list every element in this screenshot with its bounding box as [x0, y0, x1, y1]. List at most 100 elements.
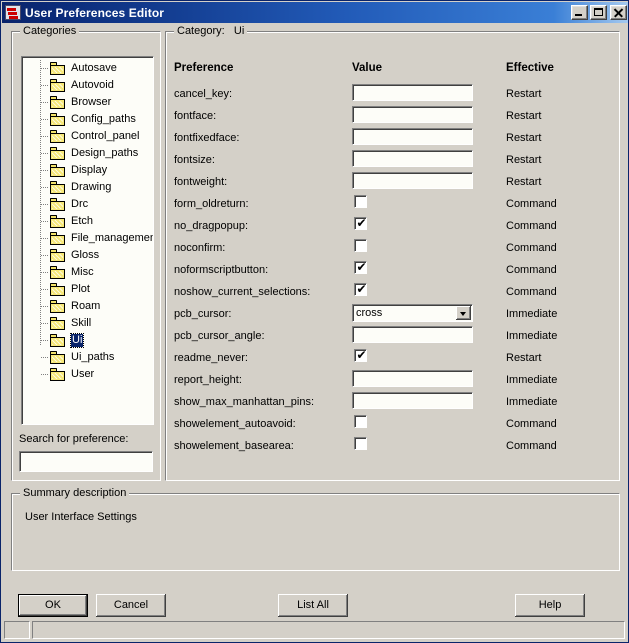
preference-value-checkbox[interactable]: ✔ — [354, 349, 367, 362]
preference-value-checkbox[interactable] — [354, 437, 367, 450]
tree-item-label: Gloss — [71, 249, 100, 261]
preference-value-input[interactable] — [352, 392, 473, 409]
tree-item-label: Roam — [71, 300, 101, 312]
tree-item[interactable]: Skill — [22, 315, 153, 332]
preference-row: pcb_cursor: cross Immediate — [166, 304, 614, 326]
chevron-down-icon[interactable] — [456, 306, 471, 320]
help-button[interactable]: Help — [515, 594, 585, 617]
folder-icon — [50, 181, 66, 194]
preference-name: pcb_cursor: — [174, 308, 232, 320]
tree-connector-dash — [41, 238, 48, 239]
tree-item-label: Control_panel — [71, 130, 140, 142]
folder-icon — [50, 215, 66, 228]
folder-icon — [50, 79, 66, 92]
tree-connector-dash — [41, 119, 48, 120]
check-icon: ✔ — [356, 260, 367, 274]
preference-value-input[interactable] — [352, 326, 473, 343]
tree-item[interactable]: Plot — [22, 281, 153, 298]
tree-item-label: Skill — [71, 317, 92, 329]
preference-value-checkbox[interactable]: ✔ — [354, 283, 367, 296]
preference-name: fontface: — [174, 110, 217, 122]
preference-value-input[interactable] — [352, 172, 473, 189]
tree-item-label: User — [71, 368, 95, 380]
summary-description-text: User Interface Settings — [25, 511, 137, 523]
folder-icon — [50, 62, 66, 75]
tree-connector-dash — [41, 187, 48, 188]
tree-item[interactable]: Roam — [22, 298, 153, 315]
tree-connector-dash — [41, 272, 48, 273]
category-group-label: Category: Ui — [174, 25, 248, 37]
check-icon: ✔ — [356, 282, 367, 296]
tree-item[interactable]: File_management — [22, 230, 153, 247]
preference-name: noformscriptbutton: — [174, 264, 269, 276]
summary-groupbox: Summary description User Interface Setti… — [11, 487, 620, 571]
preferences-panel: Preference Value Effective cancel_key: Re… — [166, 44, 614, 469]
preference-name: readme_never: — [174, 352, 248, 364]
ok-button[interactable]: OK — [18, 594, 88, 617]
tree-item[interactable]: Autovoid — [22, 77, 153, 94]
status-pane-main — [32, 621, 625, 639]
tree-item[interactable]: User — [22, 366, 153, 383]
preference-row: fontsize: Restart — [166, 150, 614, 172]
tree-item[interactable]: Etch — [22, 213, 153, 230]
tree-item[interactable]: Ui_paths — [22, 349, 153, 366]
list-all-button[interactable]: List All — [278, 594, 348, 617]
preference-value-input[interactable] — [352, 128, 473, 145]
minimize-button[interactable] — [571, 5, 588, 20]
cancel-button[interactable]: Cancel — [96, 594, 166, 617]
folder-icon — [50, 147, 66, 160]
folder-icon — [50, 334, 66, 347]
preference-value-input[interactable] — [352, 150, 473, 167]
preference-value-checkbox[interactable] — [354, 195, 367, 208]
dropdown-selected-value: cross — [356, 307, 383, 319]
preference-effective: Command — [506, 418, 557, 430]
preference-value-input[interactable] — [352, 84, 473, 101]
tree-item[interactable]: Drc — [22, 196, 153, 213]
preference-row: fontweight: Restart — [166, 172, 614, 194]
close-button[interactable] — [610, 5, 627, 20]
preference-value-input[interactable] — [352, 106, 473, 123]
tree-item[interactable]: Misc — [22, 264, 153, 281]
folder-icon — [50, 317, 66, 330]
preference-name: report_height: — [174, 374, 242, 386]
column-header-preference: Preference — [174, 62, 234, 74]
preference-value-checkbox[interactable] — [354, 239, 367, 252]
preference-value-checkbox[interactable]: ✔ — [354, 261, 367, 274]
preference-row: cancel_key: Restart — [166, 84, 614, 106]
tree-item[interactable]: Config_paths — [22, 111, 153, 128]
preference-effective: Restart — [506, 132, 542, 144]
tree-connector-dash — [41, 323, 48, 324]
title-bar: User Preferences Editor — [2, 2, 628, 23]
tree-connector-dash — [41, 170, 48, 171]
tree-connector-dash — [41, 221, 48, 222]
tree-item[interactable]: Autosave — [22, 60, 153, 77]
tree-item-label: Design_paths — [71, 147, 139, 159]
search-input[interactable] — [19, 451, 153, 472]
preference-value-checkbox[interactable] — [354, 415, 367, 428]
preference-name: noshow_current_selections: — [174, 286, 311, 298]
preference-value-checkbox[interactable]: ✔ — [354, 217, 367, 230]
tree-item[interactable]: Drawing — [22, 179, 153, 196]
preference-row: noshow_current_selections: ✔ Command — [166, 282, 614, 304]
category-tree[interactable]: Autosave Autovoid Browser Config_paths Contr… — [21, 56, 154, 425]
maximize-button[interactable] — [590, 5, 607, 20]
tree-item[interactable]: Gloss — [22, 247, 153, 264]
tree-connector-dash — [41, 102, 48, 103]
preference-row: showelement_basearea: Command — [166, 436, 614, 458]
tree-item[interactable]: Display — [22, 162, 153, 179]
tree-item[interactable]: Design_paths — [22, 145, 153, 162]
preference-row: readme_never: ✔ Restart — [166, 348, 614, 370]
tree-item[interactable]: Control_panel — [22, 128, 153, 145]
tree-item[interactable]: Browser — [22, 94, 153, 111]
tree-connector-dash — [41, 204, 48, 205]
check-icon: ✔ — [356, 216, 367, 230]
preference-name: noconfirm: — [174, 242, 226, 254]
tree-item[interactable]: Ui — [22, 332, 153, 349]
window-title: User Preferences Editor — [25, 5, 165, 20]
preference-value-dropdown[interactable]: cross — [352, 304, 473, 322]
preference-value-input[interactable] — [352, 370, 473, 387]
folder-icon — [50, 368, 66, 381]
preference-effective: Immediate — [506, 374, 558, 386]
preference-row: fontfixedface: Restart — [166, 128, 614, 150]
preference-name: fontsize: — [174, 154, 215, 166]
